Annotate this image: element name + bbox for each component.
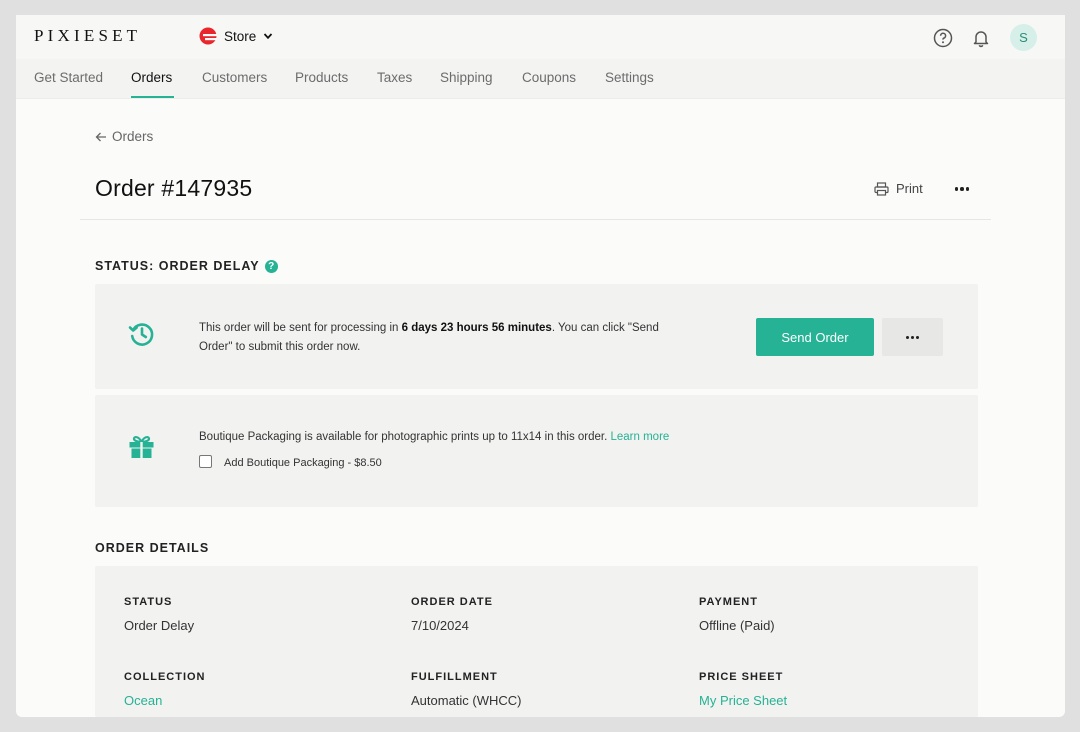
send-order-button[interactable]: Send Order (756, 318, 874, 356)
detail-payment: PAYMENT Offline (Paid) (699, 596, 775, 633)
tab-get-started[interactable]: Get Started (34, 70, 103, 85)
order-details-title-text: ORDER DETAILS (95, 541, 210, 555)
detail-fulfillment: FULFILLMENT Automatic (WHCC) (411, 671, 522, 708)
app-window: PIXIESET Store S Get Started Orders Cust… (16, 15, 1065, 717)
detail-collection-label: COLLECTION (124, 671, 206, 683)
clock-history-icon (128, 323, 154, 346)
detail-payment-value: Offline (Paid) (699, 618, 775, 633)
status-title-text: STATUS: ORDER DELAY (95, 259, 260, 273)
price-sheet-link[interactable]: My Price Sheet (699, 693, 787, 708)
detail-price-sheet: PRICE SHEET My Price Sheet (699, 671, 787, 708)
packaging-info: Boutique Packaging is available for phot… (199, 431, 669, 443)
order-details-title: ORDER DETAILS (95, 541, 209, 555)
tab-products[interactable]: Products (295, 70, 348, 85)
header-divider (80, 219, 991, 220)
bell-icon[interactable] (970, 27, 992, 49)
detail-fulfillment-value: Automatic (WHCC) (411, 693, 522, 708)
arrow-left-icon (95, 132, 106, 141)
detail-price-sheet-label: PRICE SHEET (699, 671, 784, 683)
learn-more-link[interactable]: Learn more (611, 431, 670, 443)
detail-status-label: STATUS (124, 596, 173, 608)
status-section-title: STATUS: ORDER DELAY ? (95, 259, 278, 273)
more-actions-button[interactable] (953, 181, 971, 197)
collection-link[interactable]: Ocean (124, 693, 206, 708)
delay-message-start: This order will be sent for processing i… (199, 322, 402, 334)
tab-taxes[interactable]: Taxes (377, 70, 412, 85)
tab-customers[interactable]: Customers (202, 70, 267, 85)
gift-icon (129, 435, 154, 458)
top-bar: PIXIESET Store S (16, 15, 1065, 59)
print-label: Print (896, 181, 923, 196)
detail-status-value: Order Delay (124, 618, 195, 633)
detail-order-date: ORDER DATE 7/10/2024 (411, 596, 493, 633)
store-label: Store (224, 28, 257, 44)
help-icon[interactable] (932, 27, 954, 49)
order-details-panel: STATUS Order Delay ORDER DATE 7/10/2024 … (95, 566, 978, 717)
detail-fulfillment-label: FULFILLMENT (411, 671, 498, 683)
user-avatar[interactable]: S (1010, 24, 1037, 51)
status-help-icon[interactable]: ? (264, 259, 278, 273)
tab-settings[interactable]: Settings (605, 70, 654, 85)
boutique-packaging-checkbox[interactable] (199, 455, 212, 468)
order-delay-panel: This order will be sent for processing i… (95, 284, 978, 389)
order-options-button[interactable] (882, 318, 943, 356)
page-title: Order #147935 (95, 175, 253, 201)
store-switcher[interactable]: Store (199, 25, 273, 47)
active-tab-indicator (131, 96, 174, 98)
packaging-text: Boutique Packaging is available for phot… (199, 431, 611, 443)
back-to-orders-link[interactable]: Orders (95, 129, 153, 144)
tab-orders[interactable]: Orders (131, 70, 172, 85)
tab-coupons[interactable]: Coupons (522, 70, 576, 85)
ellipsis-icon (954, 187, 959, 191)
store-logo-icon (199, 27, 217, 45)
back-link-label: Orders (112, 129, 154, 144)
delay-countdown: 6 days 23 hours 56 minutes (401, 322, 552, 334)
chevron-down-icon (264, 33, 273, 40)
detail-order-date-value: 7/10/2024 (411, 618, 469, 633)
print-button[interactable]: Print (874, 181, 923, 196)
boutique-packaging-panel: Boutique Packaging is available for phot… (95, 395, 978, 507)
delay-message: This order will be sent for processing i… (199, 319, 669, 357)
pixieset-logo[interactable]: PIXIESET (34, 26, 141, 46)
detail-payment-label: PAYMENT (699, 596, 758, 608)
ellipsis-icon (906, 335, 909, 339)
boutique-packaging-label[interactable]: Add Boutique Packaging - $8.50 (224, 457, 382, 469)
printer-icon (874, 181, 889, 196)
main-nav: Get Started Orders Customers Products Ta… (16, 59, 1065, 99)
detail-status: STATUS Order Delay (124, 596, 194, 633)
detail-collection: COLLECTION Ocean (124, 671, 206, 708)
tab-shipping[interactable]: Shipping (440, 70, 493, 85)
detail-order-date-label: ORDER DATE (411, 596, 493, 608)
